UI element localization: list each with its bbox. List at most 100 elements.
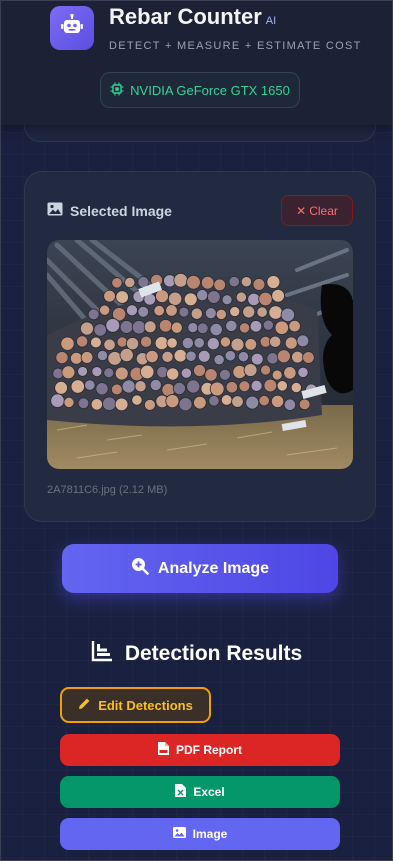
excel-file-icon bbox=[175, 784, 187, 800]
excel-button[interactable]: Excel bbox=[60, 776, 340, 808]
app-header: Rebar Counter AI DETECT + MEASURE + ESTIM… bbox=[0, 0, 393, 125]
rebar-end bbox=[258, 291, 273, 307]
rebar-end bbox=[247, 292, 261, 306]
rebar-end bbox=[173, 348, 188, 363]
rebar-end bbox=[90, 336, 102, 349]
rebar-end bbox=[242, 305, 256, 319]
rebar-end bbox=[172, 382, 186, 396]
file-info: 2A7811C6.jpg (2.12 MB) bbox=[47, 484, 167, 496]
rebar-end bbox=[231, 395, 244, 408]
pdf-file-icon bbox=[158, 742, 169, 758]
rebar-end bbox=[167, 291, 183, 306]
rebar-end bbox=[50, 393, 65, 408]
rebar-end bbox=[207, 290, 221, 304]
rebar-end bbox=[280, 307, 296, 323]
rebar-end bbox=[107, 351, 123, 366]
rebar-end bbox=[220, 394, 233, 406]
edit-detections-button[interactable]: Edit Detections bbox=[60, 687, 211, 723]
rebar-end bbox=[249, 320, 263, 333]
selected-image-card: Selected Image ✕ Clear 2A7811C6.jpg (2.1… bbox=[24, 171, 376, 522]
rebar-end bbox=[158, 319, 173, 333]
rebar-end bbox=[186, 379, 201, 394]
file-name: 2A7811C6.jpg bbox=[47, 484, 116, 496]
rebar-end bbox=[196, 289, 209, 302]
rebar-end bbox=[186, 274, 201, 290]
image-export-button[interactable]: Image bbox=[60, 818, 340, 850]
rebar-end bbox=[213, 354, 225, 366]
rebar-end bbox=[240, 276, 252, 288]
rebar-end bbox=[204, 307, 217, 320]
rebar-end bbox=[77, 366, 88, 377]
rebar-end bbox=[143, 320, 157, 334]
rebar-end bbox=[193, 364, 206, 377]
rebar-end bbox=[95, 382, 109, 396]
rebar-end bbox=[170, 321, 183, 334]
card-title-text: Selected Image bbox=[70, 202, 172, 219]
rebar-end bbox=[77, 397, 90, 410]
rebar-end bbox=[276, 349, 291, 364]
rebar-end bbox=[134, 380, 147, 393]
rebar-end bbox=[114, 366, 129, 381]
rebar-end bbox=[258, 394, 270, 407]
app-title: Rebar Counter AI bbox=[109, 4, 277, 29]
rebar-end bbox=[76, 335, 89, 348]
rebar-end bbox=[137, 305, 150, 318]
rebar-end bbox=[161, 350, 174, 363]
analyze-label: Analyze Image bbox=[157, 559, 270, 577]
rebar-end bbox=[165, 394, 180, 409]
rebar-end bbox=[145, 349, 159, 364]
rebar-end bbox=[302, 351, 315, 364]
rebar-end bbox=[250, 352, 264, 366]
rebar-end bbox=[105, 318, 121, 333]
rebar-end bbox=[80, 321, 94, 336]
rebar-end bbox=[215, 308, 227, 320]
clear-button[interactable]: ✕ Clear bbox=[281, 195, 353, 226]
rebar-end bbox=[274, 320, 290, 335]
rebar-end bbox=[165, 304, 178, 317]
rebar-end bbox=[196, 322, 209, 335]
rebar-end bbox=[99, 304, 111, 316]
rebar-end bbox=[283, 398, 297, 411]
rebar-end bbox=[55, 351, 69, 365]
rebar-end bbox=[263, 378, 278, 393]
rebar-end bbox=[239, 322, 251, 334]
rebar-end bbox=[149, 378, 162, 392]
analyze-image-button[interactable]: Analyze Image bbox=[62, 544, 338, 593]
rebar-end bbox=[96, 349, 109, 362]
app-logo bbox=[50, 6, 94, 50]
rebar-end bbox=[87, 308, 100, 321]
rebar-end bbox=[61, 365, 76, 380]
rebar-end bbox=[288, 319, 301, 333]
pencil-icon bbox=[78, 697, 91, 713]
rebar-end bbox=[284, 336, 298, 350]
image-export-label: Image bbox=[192, 827, 228, 841]
rebar-end bbox=[206, 337, 220, 351]
rebar-end bbox=[185, 350, 197, 362]
rebar-end bbox=[204, 368, 218, 382]
rebar-end bbox=[103, 289, 116, 303]
rebar-end bbox=[228, 275, 240, 288]
rebar-end bbox=[54, 381, 68, 395]
rebar-end bbox=[63, 396, 75, 408]
rebar-end bbox=[190, 307, 203, 320]
app-title-suffix: AI bbox=[265, 15, 277, 27]
rebar-end bbox=[193, 337, 205, 349]
rebar-end bbox=[125, 337, 140, 351]
rebar-end bbox=[221, 294, 233, 306]
pdf-report-button[interactable]: PDF Report bbox=[60, 734, 340, 766]
rebar-end bbox=[225, 381, 239, 394]
rebar-end bbox=[187, 322, 199, 334]
gpu-label: NVIDIA GeForce GTX 1650 bbox=[130, 82, 290, 98]
rebar-end bbox=[296, 334, 310, 348]
rebar-end bbox=[260, 364, 272, 376]
rebar-end bbox=[197, 349, 211, 363]
rebar-end bbox=[91, 366, 103, 378]
card-title: Selected Image bbox=[47, 202, 172, 219]
rebar-end bbox=[124, 276, 136, 289]
rebar-end bbox=[173, 272, 188, 288]
rebar-end bbox=[193, 395, 207, 410]
rebar-end bbox=[93, 323, 107, 337]
rebar-end bbox=[181, 336, 194, 350]
rebar-end bbox=[262, 319, 274, 331]
rebar-photo bbox=[47, 240, 353, 469]
